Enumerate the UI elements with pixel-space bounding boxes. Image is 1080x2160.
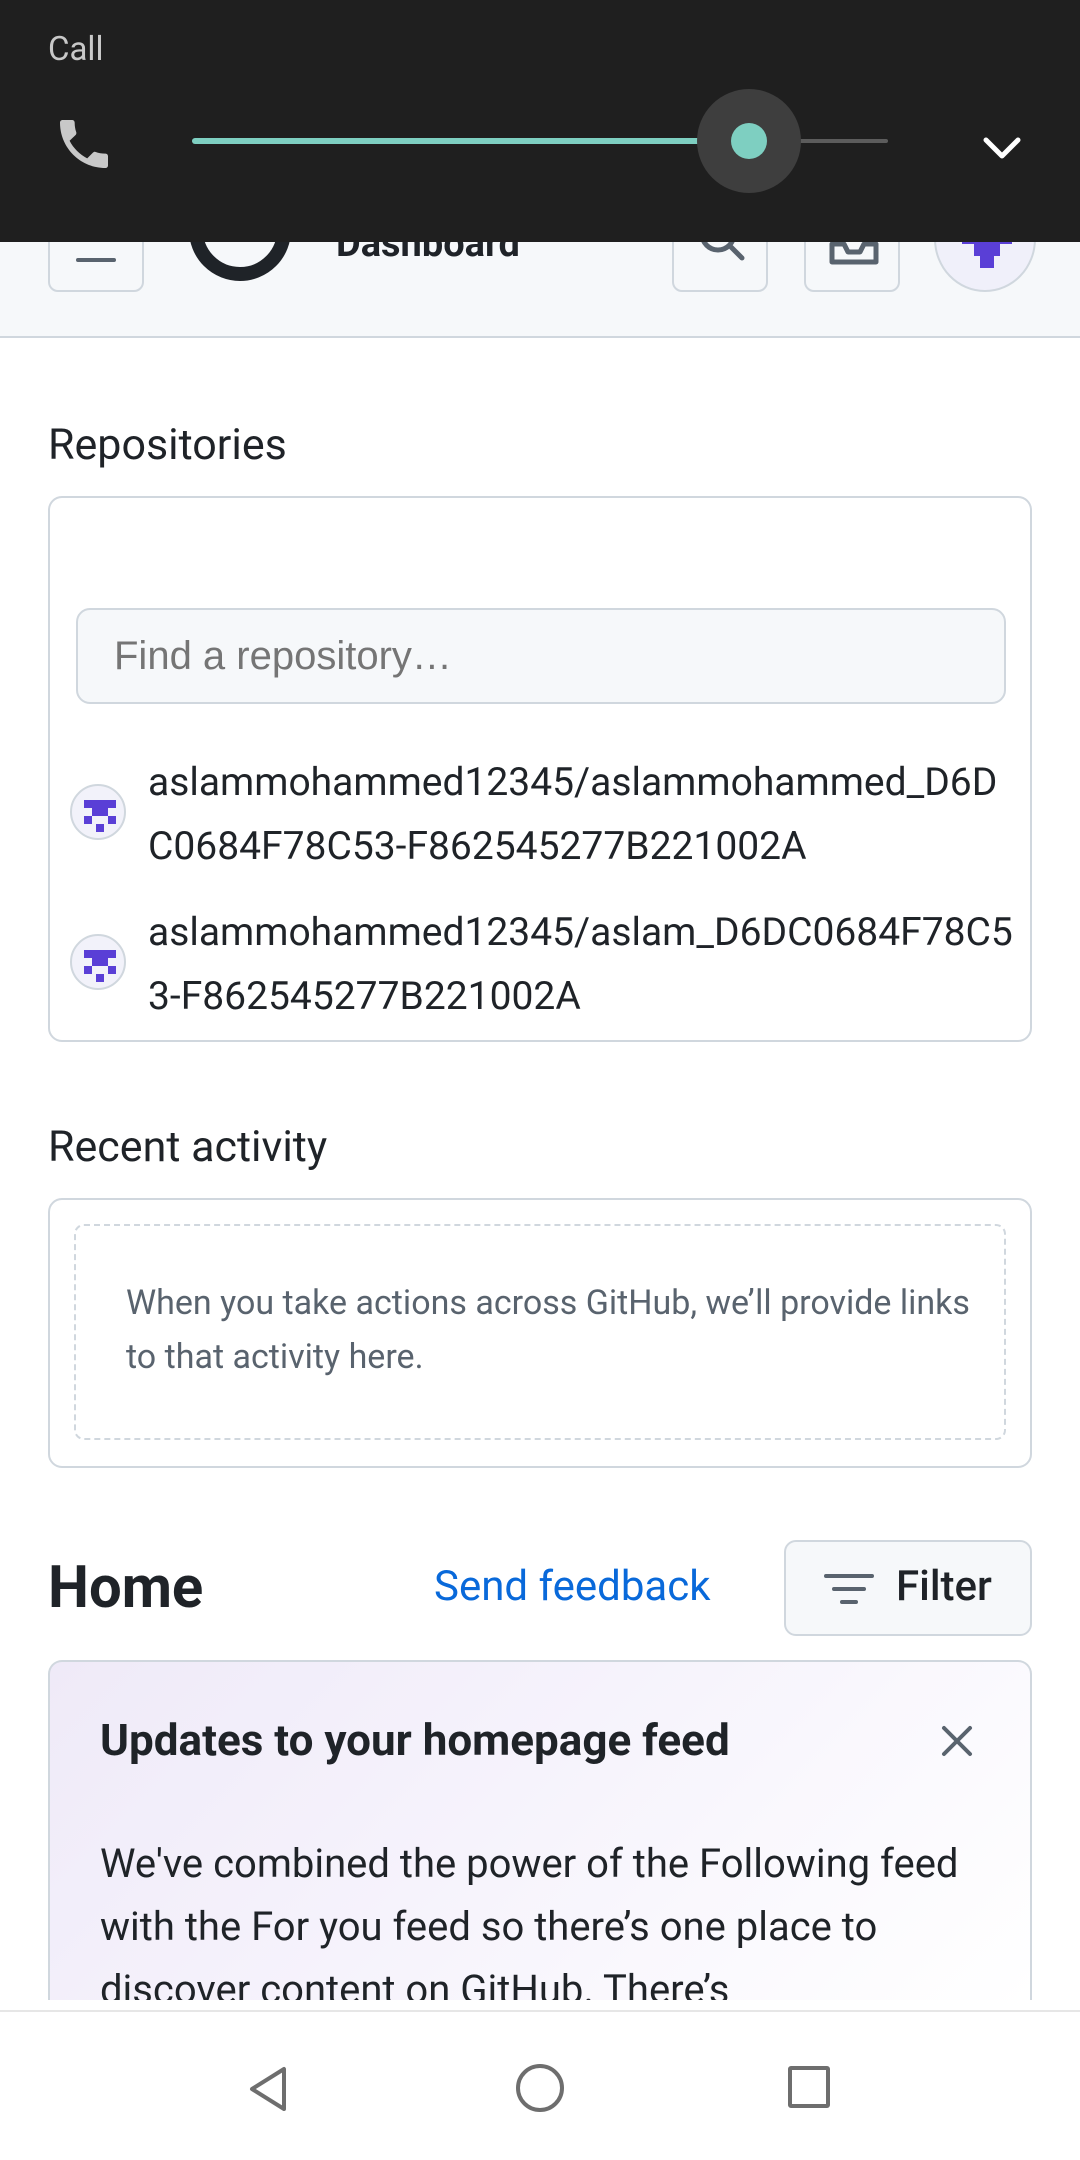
repository-link[interactable]: aslammohammed12345/aslammohammed_D6DC068… [148,750,1018,878]
recent-activity-heading: Recent activity [48,1122,328,1172]
menu-icon-bar [76,258,116,262]
close-icon[interactable] [940,1724,974,1758]
repository-owner-avatar [70,784,126,840]
repositories-heading: Repositories [48,420,287,470]
back-icon[interactable] [248,2065,288,2113]
chevron-down-icon[interactable] [980,134,1024,164]
volume-slider-thumb[interactable] [730,123,767,159]
feed-updates-card: Updates to your homepage feed We've comb… [48,1660,1032,2000]
home-heading: Home [48,1554,204,1622]
repository-owner-avatar [70,934,126,990]
volume-stream-label: Call [48,30,104,69]
updates-card-body: We've combined the power of the Followin… [100,1840,959,2000]
filter-label: Filter [896,1562,992,1611]
volume-panel: Call [0,0,1080,242]
repository-link[interactable]: aslammohammed12345/aslam_D6DC0684F78C53-… [148,900,1018,1028]
home-icon[interactable] [516,2064,564,2112]
recent-activity-empty-text: When you take actions across GitHub, we’… [126,1283,970,1377]
filter-icon [824,1574,874,1604]
repository-search-input[interactable] [76,608,1006,704]
recents-icon[interactable] [788,2066,830,2108]
send-feedback-link[interactable]: Send feedback [434,1562,711,1611]
volume-slider-fill [192,138,749,144]
filter-button[interactable]: Filter [784,1540,1032,1636]
updates-card-title: Updates to your homepage feed [100,1714,730,1766]
phone-icon[interactable] [52,112,116,176]
